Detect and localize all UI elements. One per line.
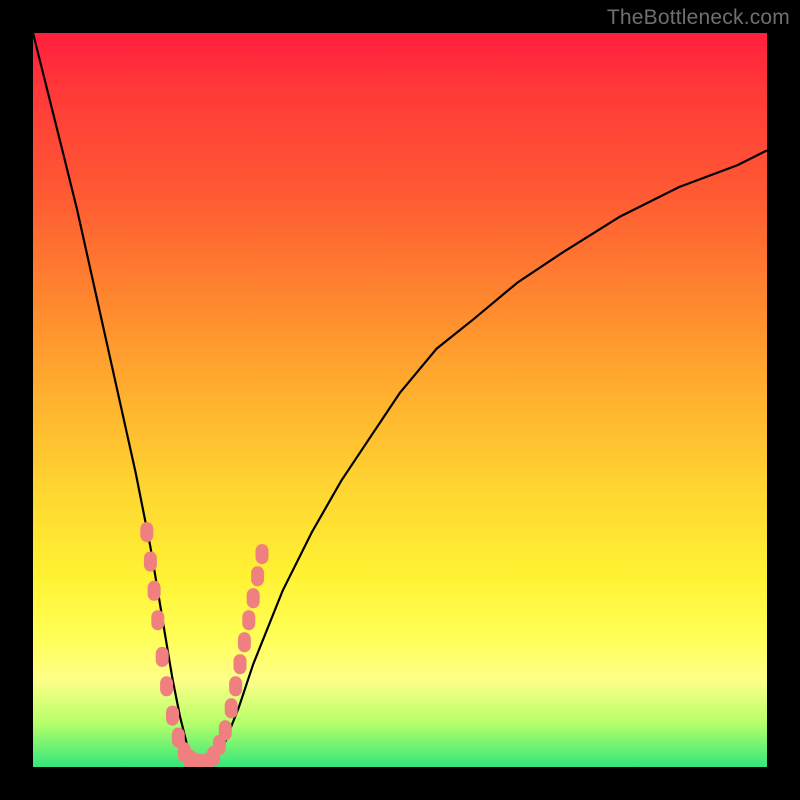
marker-point <box>247 588 260 608</box>
marker-group <box>140 522 268 767</box>
plot-area <box>33 33 767 767</box>
marker-point <box>166 706 179 726</box>
watermark-text: TheBottleneck.com <box>607 6 790 30</box>
bottleneck-curve-path <box>33 33 767 767</box>
marker-point <box>234 654 247 674</box>
marker-point <box>144 552 157 572</box>
marker-point <box>160 676 173 696</box>
marker-point <box>156 647 169 667</box>
marker-point <box>219 720 232 740</box>
marker-point <box>251 566 264 586</box>
marker-point <box>229 676 242 696</box>
marker-point <box>148 581 161 601</box>
marker-point <box>238 632 251 652</box>
marker-point <box>151 610 164 630</box>
marker-point <box>225 698 238 718</box>
chart-frame: TheBottleneck.com <box>0 0 800 800</box>
marker-point <box>256 544 269 564</box>
marker-point <box>242 610 255 630</box>
marker-point <box>140 522 153 542</box>
curve-svg <box>33 33 767 767</box>
